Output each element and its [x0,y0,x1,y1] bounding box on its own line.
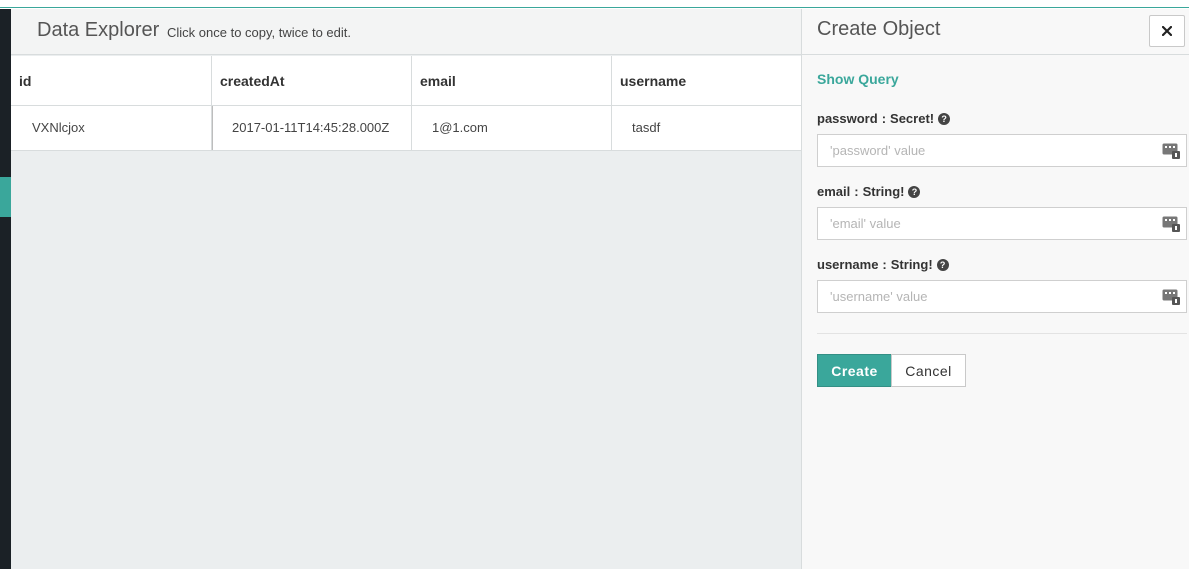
column-header-email[interactable]: email [412,56,612,106]
table-row: VXNlcjox 2017-01-11T14:45:28.000Z 1@1.co… [11,106,801,151]
username-label: username : String! ? [817,257,949,272]
email-field-name: email [817,184,851,199]
username-input[interactable] [818,281,1172,312]
top-border [0,0,1189,8]
explorer-header: Data Explorer Click once to copy, twice … [11,9,801,55]
cell-username[interactable]: tasdf [612,106,801,150]
type-separator: : [854,184,859,199]
help-icon[interactable]: ? [938,112,951,125]
password-label: password : Secret! ? [817,111,951,126]
cell-email[interactable]: 1@1.com [412,106,612,150]
email-field-type: String! [862,184,905,199]
show-query-link[interactable]: Show Query [817,71,899,87]
close-button[interactable] [1149,15,1185,47]
password-field [817,134,1187,167]
password-field-name: password [817,111,878,126]
close-icon [1162,26,1172,36]
divider [817,333,1187,334]
left-sidebar-rail [0,9,11,569]
keyboard-icon[interactable] [1162,289,1180,305]
keyboard-icon[interactable] [1162,143,1180,159]
email-label: email : String! ? [817,184,921,199]
explorer-hint: Click once to copy, twice to edit. [167,25,352,40]
table-header: id createdAt email username [11,56,801,106]
cancel-button[interactable]: Cancel [891,354,966,387]
username-field-type: String! [890,257,933,272]
email-field [817,207,1187,240]
column-header-id[interactable]: id [11,56,212,106]
help-icon[interactable]: ? [908,185,921,198]
password-field-type: Secret! [890,111,935,126]
username-field-name: username [817,257,879,272]
type-separator: : [882,257,887,272]
column-header-createdat[interactable]: createdAt [212,56,412,106]
email-input[interactable] [818,208,1172,239]
create-button[interactable]: Create [817,354,892,387]
explorer-title: Data Explorer [37,19,160,41]
type-separator: : [881,111,887,126]
panel-header: Create Object [802,9,1189,55]
keyboard-icon[interactable] [1162,216,1180,232]
cell-id[interactable]: VXNlcjox [11,106,212,150]
panel-title: Create Object [817,18,941,40]
create-object-panel: Create Object Show Query password : Secr… [801,9,1189,569]
column-header-username[interactable]: username [612,56,801,106]
data-explorer: Data Explorer Click once to copy, twice … [11,9,801,569]
username-field [817,280,1187,313]
help-icon[interactable]: ? [936,258,949,271]
password-input[interactable] [818,135,1172,166]
rail-active-indicator[interactable] [0,177,11,217]
cell-createdat[interactable]: 2017-01-11T14:45:28.000Z [212,106,412,150]
